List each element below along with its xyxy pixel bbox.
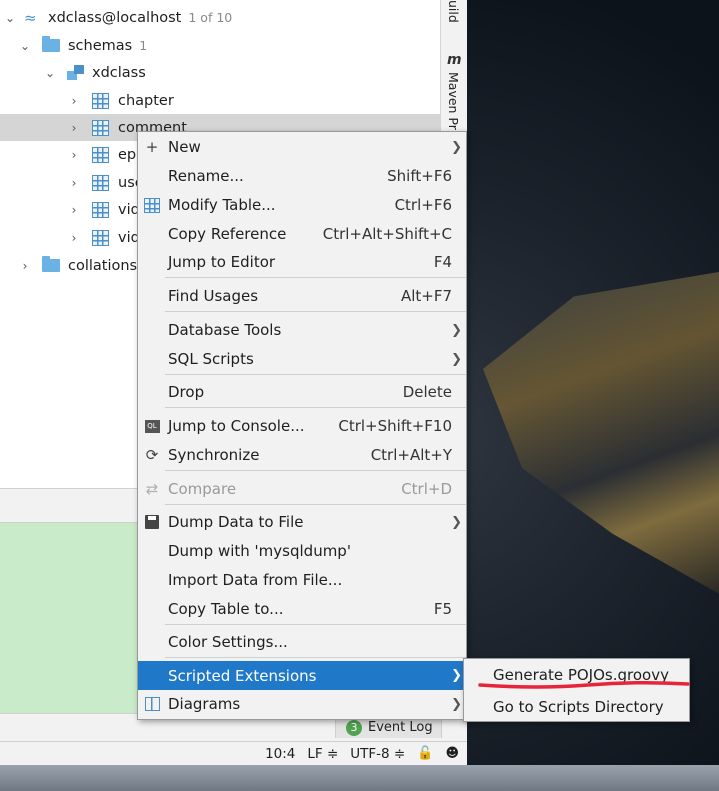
plus-icon: + xyxy=(145,138,159,156)
menu-item-synchronize[interactable]: ⟳ Synchronize Ctrl+Alt+Y xyxy=(138,441,466,469)
tool-build[interactable]: uild xyxy=(446,0,461,23)
chevron-right-icon: ❯ xyxy=(451,696,462,712)
maven-icon: m xyxy=(447,52,462,68)
menu-item-rename[interactable]: Rename... Shift+F6 xyxy=(138,162,466,190)
chevron-right-icon: ❯ xyxy=(451,322,462,338)
event-count-badge: 3 xyxy=(346,719,362,736)
chevron-right-icon[interactable]: › xyxy=(68,149,80,161)
inspector-icon[interactable]: ☻ xyxy=(445,746,459,761)
schemas-label: schemas xyxy=(68,37,133,54)
chevron-right-icon[interactable]: › xyxy=(68,122,80,134)
menu-item-jump-to-console[interactable]: QL Jump to Console... Ctrl+Shift+F10 xyxy=(138,412,466,440)
chevron-down-icon[interactable]: ⌄ xyxy=(44,67,56,79)
menu-separator xyxy=(165,407,466,408)
sync-icon: ⟳ xyxy=(145,446,159,464)
chevron-right-icon: ❯ xyxy=(451,668,462,683)
menu-item-copy-table[interactable]: Copy Table to... F5 xyxy=(138,595,466,623)
line-separator[interactable]: LF ≑ xyxy=(307,746,338,762)
status-bar: 10:4 LF ≑ UTF-8 ≑ 🔓 ☻ xyxy=(0,741,467,765)
lock-icon[interactable]: 🔓 xyxy=(417,746,433,761)
chevron-right-icon: ❯ xyxy=(451,514,462,530)
tool-maven[interactable]: Maven Pr xyxy=(446,72,461,130)
red-underline-annotation xyxy=(478,680,690,689)
chevron-down-icon[interactable]: ⌄ xyxy=(19,40,31,52)
collations-label: collations xyxy=(68,257,138,274)
tree-schemas[interactable]: ⌄ schemas 1 xyxy=(0,32,440,59)
chevron-right-icon: ❯ xyxy=(451,351,462,367)
table-label: chapter xyxy=(118,92,174,109)
menu-item-color-settings[interactable]: Color Settings... xyxy=(138,628,466,656)
menu-item-copy-reference[interactable]: Copy Reference Ctrl+Alt+Shift+C xyxy=(138,220,466,248)
console-icon: QL xyxy=(143,417,161,435)
table-label: ep xyxy=(118,146,137,163)
menu-separator xyxy=(165,657,466,658)
menu-item-compare[interactable]: ⇄ Compare Ctrl+D xyxy=(138,475,466,503)
folder-icon xyxy=(42,36,60,52)
chevron-down-icon[interactable]: ⌄ xyxy=(4,12,16,24)
chevron-right-icon[interactable]: › xyxy=(68,232,80,244)
menu-item-dump-data[interactable]: Dump Data to File ❯ xyxy=(138,508,466,536)
menu-separator xyxy=(165,311,466,312)
event-log-label: Event Log xyxy=(368,720,433,735)
chevron-right-icon: ❯ xyxy=(451,139,462,155)
diagram-icon xyxy=(143,695,161,713)
menu-item-find-usages[interactable]: Find Usages Alt+F7 xyxy=(138,282,466,310)
table-icon xyxy=(92,119,109,136)
mysql-icon: ≈ xyxy=(24,8,37,27)
chevron-right-icon[interactable]: › xyxy=(19,260,31,272)
compare-icon: ⇄ xyxy=(145,480,159,498)
table-icon xyxy=(92,229,109,246)
chevron-right-icon[interactable]: › xyxy=(68,177,80,189)
menu-item-import-data[interactable]: Import Data from File... xyxy=(138,566,466,594)
file-encoding[interactable]: UTF-8 ≑ xyxy=(350,746,405,762)
schema-icon xyxy=(67,64,85,81)
schema-label: xdclass xyxy=(92,64,146,81)
table-icon xyxy=(92,92,109,109)
menu-item-dump-mysqldump[interactable]: Dump with 'mysqldump' xyxy=(138,537,466,565)
connection-label: xdclass@localhost xyxy=(48,9,182,26)
caret-position[interactable]: 10:4 xyxy=(265,746,295,762)
menu-separator xyxy=(165,624,466,625)
table-icon xyxy=(92,146,109,163)
menu-item-database-tools[interactable]: Database Tools ❯ xyxy=(138,316,466,344)
menu-item-new[interactable]: + New ❯ xyxy=(138,133,466,161)
tree-schema-xdclass[interactable]: ⌄ xdclass xyxy=(0,59,440,86)
scripted-extensions-submenu: Generate POJOs.groovy Go to Scripts Dire… xyxy=(463,658,690,722)
menu-item-sql-scripts[interactable]: SQL Scripts ❯ xyxy=(138,345,466,373)
schemas-count: 1 xyxy=(139,38,148,53)
tree-table-row[interactable]: › chapter xyxy=(0,87,440,114)
tree-connection[interactable]: ⌄ ≈ xdclass@localhost 1 of 10 xyxy=(0,4,440,31)
menu-separator xyxy=(165,374,466,375)
save-icon xyxy=(143,513,161,531)
menu-item-diagrams[interactable]: Diagrams ❯ xyxy=(138,690,466,718)
chevron-right-icon[interactable]: › xyxy=(68,95,80,107)
table-icon xyxy=(92,174,109,191)
menu-item-drop[interactable]: Drop Delete xyxy=(138,378,466,406)
menu-item-modify-table[interactable]: Modify Table... Ctrl+F6 xyxy=(138,191,466,219)
wallpaper-ground xyxy=(0,765,719,791)
menu-separator xyxy=(165,504,466,505)
folder-icon xyxy=(42,256,60,272)
connection-count: 1 of 10 xyxy=(188,10,233,25)
table-icon xyxy=(143,196,161,214)
menu-item-scripted-extensions[interactable]: Scripted Extensions ❯ xyxy=(138,661,466,690)
submenu-item-scripts-directory[interactable]: Go to Scripts Directory xyxy=(464,691,689,722)
context-menu: + New ❯ Rename... Shift+F6 Modify Table.… xyxy=(137,131,467,720)
menu-separator xyxy=(165,470,466,471)
menu-item-jump-to-editor[interactable]: Jump to Editor F4 xyxy=(138,248,466,276)
table-icon xyxy=(92,201,109,218)
menu-separator xyxy=(165,277,466,278)
chevron-right-icon[interactable]: › xyxy=(68,204,80,216)
